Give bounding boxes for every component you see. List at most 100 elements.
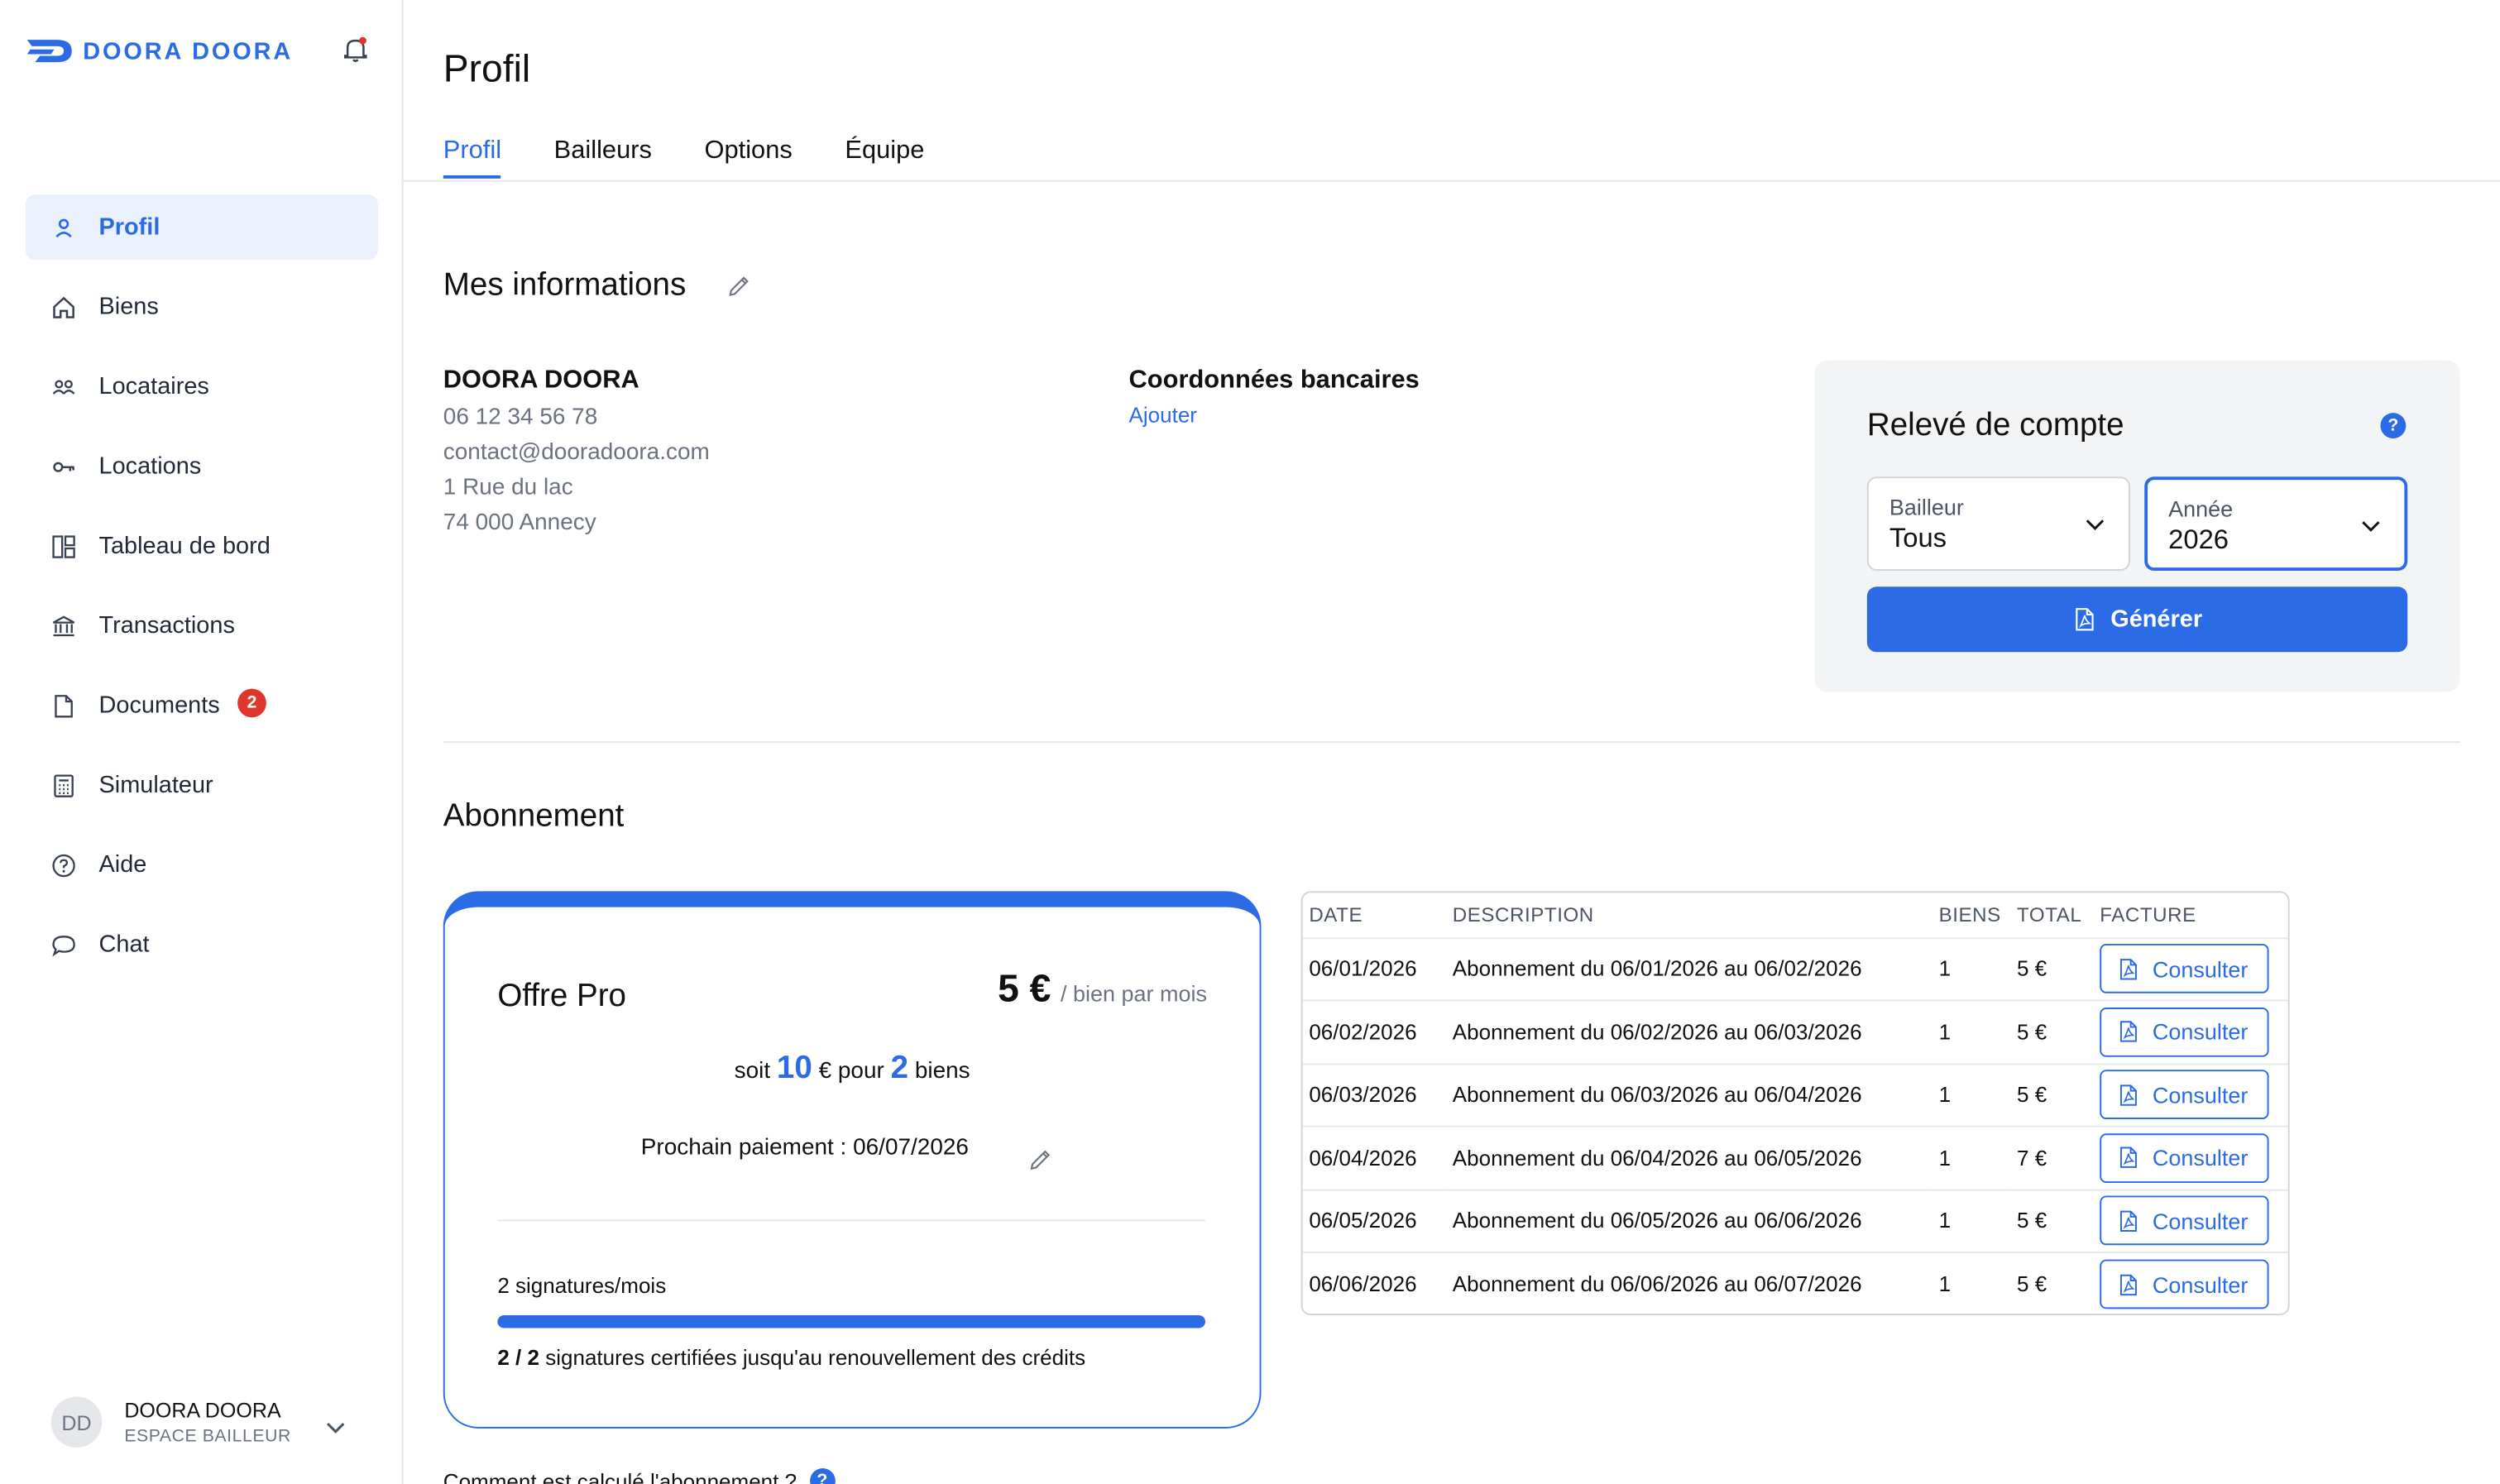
- owner-address-line1: 1 Rue du lac: [443, 475, 573, 501]
- pdf-file-icon: [2119, 1210, 2137, 1232]
- add-bank-details-link[interactable]: Ajouter: [1129, 404, 1197, 428]
- bank-icon: [53, 615, 75, 636]
- soit-mid: € pour: [818, 1058, 884, 1084]
- help-icon: ?: [809, 1468, 836, 1484]
- sidebar-item-aide[interactable]: Aide: [26, 832, 378, 898]
- invoice-facture-cell: Consulter: [2093, 1188, 2288, 1252]
- invoice-description: Abonnement du 06/02/2026 au 06/03/2026: [1446, 999, 1932, 1064]
- owner-phone: 06 12 34 56 78: [443, 405, 598, 431]
- invoice-description: Abonnement du 06/06/2026 au 06/07/2026: [1446, 1251, 1932, 1316]
- user-name: DOORA DOORA: [124, 1398, 281, 1423]
- pdf-file-icon: [2119, 1021, 2137, 1043]
- dashboard-icon: [52, 534, 75, 558]
- chevron-down-icon: [2362, 521, 2380, 532]
- sidebar: DOORA DOORA Profil Biens Locataires Loca…: [0, 0, 404, 1484]
- consult-button-label: Consulter: [2152, 1082, 2249, 1108]
- invoice-biens: 1: [1932, 1188, 2011, 1252]
- column-header-description: DESCRIPTION: [1452, 903, 1594, 926]
- consult-invoice-button[interactable]: Consulter: [2100, 1195, 2269, 1246]
- brand-logo[interactable]: DOORA DOORA: [26, 35, 293, 67]
- signatures-progress-bar: [497, 1315, 1206, 1328]
- offer-price: 5 € / bien par mois: [998, 968, 1207, 1012]
- brand-name: DOORA DOORA: [83, 37, 294, 65]
- soit-suffix: biens: [914, 1058, 970, 1084]
- invoice-date: 06/03/2026: [1302, 1062, 1447, 1127]
- profile-tabs: Profil Bailleurs Options Équipe: [443, 137, 924, 179]
- sidebar-item-locataires[interactable]: Locataires: [26, 354, 378, 419]
- help-circle-icon: [52, 853, 75, 877]
- soit-total: 10: [776, 1051, 812, 1086]
- tabs-divider: [403, 180, 2500, 182]
- invoice-date: 06/06/2026: [1302, 1251, 1447, 1316]
- consult-invoice-button[interactable]: Consulter: [2100, 1132, 2269, 1183]
- consult-invoice-button[interactable]: Consulter: [2100, 1007, 2269, 1057]
- sidebar-item-biens[interactable]: Biens: [26, 274, 378, 339]
- consult-button-label: Consulter: [2152, 1271, 2249, 1297]
- user-role: ESPACE BAILLEUR: [124, 1426, 291, 1447]
- sidebar-item-profil[interactable]: Profil: [25, 194, 378, 261]
- soit-count: 2: [890, 1051, 909, 1086]
- chevron-down-icon: [2086, 519, 2105, 530]
- invoice-facture-cell: Consulter: [2093, 1125, 2288, 1190]
- tab-profil[interactable]: Profil: [443, 137, 502, 179]
- consult-button-label: Consulter: [2152, 1145, 2249, 1171]
- consult-invoice-button[interactable]: Consulter: [2100, 944, 2269, 994]
- chevron-down-icon[interactable]: [323, 1415, 347, 1439]
- sidebar-item-tableau-de-bord[interactable]: Tableau de bord: [26, 514, 378, 579]
- page-title: Profil: [443, 47, 531, 91]
- owner-email: contact@dooradoora.com: [443, 439, 710, 466]
- invoice-date: 06/02/2026: [1302, 999, 1447, 1064]
- soit-prefix: soit: [734, 1058, 771, 1084]
- tab-options[interactable]: Options: [705, 137, 793, 179]
- sidebar-item-label: Transactions: [98, 612, 235, 639]
- consult-invoice-button[interactable]: Consulter: [2100, 1259, 2269, 1309]
- sidebar-nav: Profil Biens Locataires Locations Tablea…: [25, 194, 378, 992]
- sidebar-item-label: Simulateur: [98, 771, 213, 799]
- sidebar-item-locations[interactable]: Locations: [26, 433, 378, 499]
- invoice-total: 5 €: [2010, 1251, 2094, 1316]
- sidebar-item-documents[interactable]: Documents 2: [26, 673, 378, 738]
- tab-bailleurs[interactable]: Bailleurs: [554, 137, 652, 179]
- file-icon: [55, 694, 73, 717]
- edit-info-icon[interactable]: [727, 274, 751, 298]
- invoice-facture-cell: Consulter: [2093, 1062, 2288, 1127]
- generate-statement-button[interactable]: Générer: [1866, 586, 2408, 653]
- tab-equipe[interactable]: Équipe: [845, 137, 924, 179]
- sidebar-item-simulateur[interactable]: Simulateur: [26, 753, 378, 818]
- bell-icon[interactable]: [341, 35, 370, 64]
- credits-text: signatures certifiées jusqu'au renouvell…: [545, 1345, 1086, 1370]
- invoice-facture-cell: Consulter: [2093, 1251, 2288, 1316]
- bailleur-select[interactable]: Bailleur Tous: [1866, 476, 2130, 571]
- invoice-description: Abonnement du 06/01/2026 au 06/02/2026: [1446, 936, 1932, 1001]
- edit-payment-icon[interactable]: [1028, 1148, 1052, 1172]
- generate-button-label: Générer: [2110, 606, 2203, 634]
- sidebar-item-chat[interactable]: Chat: [26, 912, 378, 977]
- annee-select[interactable]: Année 2026: [2144, 476, 2408, 571]
- invoice-date: 06/05/2026: [1302, 1188, 1447, 1252]
- invoice-description: Abonnement du 06/05/2026 au 06/06/2026: [1446, 1188, 1932, 1252]
- column-header-date: DATE: [1309, 903, 1363, 926]
- pdf-file-icon: [2075, 608, 2094, 631]
- sidebar-item-transactions[interactable]: Transactions: [26, 593, 378, 658]
- table-row: 06/02/2026 Abonnement du 06/02/2026 au 06…: [1302, 999, 2288, 1064]
- invoice-date: 06/04/2026: [1302, 1125, 1447, 1190]
- invoice-total: 7 €: [2010, 1125, 2094, 1190]
- signatures-per-month: 2 signatures/mois: [497, 1273, 667, 1298]
- bailleur-select-value: Tous: [1889, 523, 1947, 553]
- info-section-title: Mes informations: [443, 267, 687, 304]
- subscription-faq-link[interactable]: Comment est calculé l'abonnement ? ?: [443, 1468, 836, 1484]
- help-icon[interactable]: ?: [2380, 413, 2407, 439]
- sidebar-item-label: Profil: [98, 213, 160, 242]
- offer-price-value: 5 €: [998, 967, 1051, 1011]
- user-menu[interactable]: DD DOORA DOORA ESPACE BAILLEUR: [50, 1396, 291, 1448]
- home-icon: [53, 295, 74, 318]
- invoice-total: 5 €: [2010, 1188, 2094, 1252]
- invoice-biens: 1: [1932, 1251, 2011, 1316]
- bailleur-select-label: Bailleur: [1889, 494, 1964, 520]
- invoice-biens: 1: [1932, 936, 2011, 1001]
- invoice-facture-cell: Consulter: [2093, 936, 2288, 1001]
- chat-icon: [52, 935, 75, 956]
- annee-select-value: 2026: [2168, 524, 2229, 555]
- invoice-total: 5 €: [2010, 1062, 2094, 1127]
- consult-invoice-button[interactable]: Consulter: [2100, 1070, 2269, 1120]
